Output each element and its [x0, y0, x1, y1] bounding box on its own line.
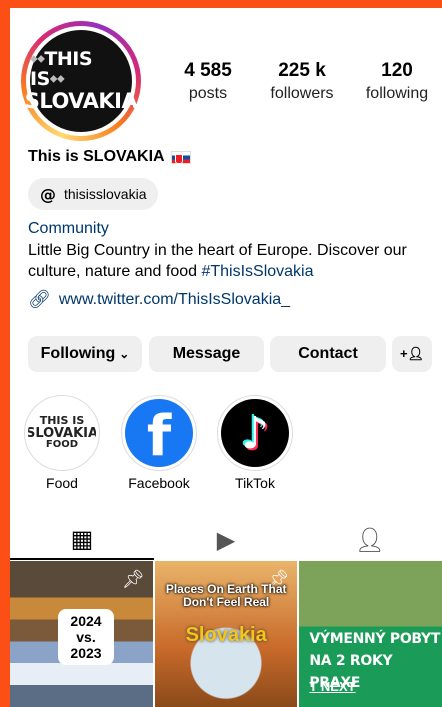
- threads-handle: thisisslovakia: [64, 186, 147, 202]
- tiktok-icon: ♪: [221, 399, 289, 467]
- profile-name: This is SLOVAKIA: [28, 148, 191, 166]
- highlight-label: Food: [46, 475, 78, 491]
- facebook-icon: f: [125, 399, 193, 467]
- food-logo-icon: THIS IS SLOVAKIA FOOD: [28, 399, 96, 467]
- profile-screen: ◆◆THIS IS◆◆ SLOVAKIA 4 585 posts 225 k f…: [10, 8, 442, 707]
- avatar-logo: ◆◆THIS IS◆◆ SLOVAKIA: [25, 30, 138, 132]
- brand-logo: T NEXT: [309, 679, 356, 694]
- following-stat[interactable]: 120 following: [354, 60, 440, 103]
- tab-tagged[interactable]: 👤︎: [298, 520, 442, 560]
- profile-bio: Little Big Country in the heart of Europ…: [28, 242, 407, 280]
- post-thumbnail[interactable]: VÝMENNÝ POBYT NA 2 ROKY PRAXE T NEXT: [299, 561, 442, 707]
- slovakia-flag-icon: [170, 150, 191, 164]
- profile-tabs: ▦ ▶︎ 👤︎: [10, 520, 442, 560]
- highlight-label: TikTok: [235, 475, 275, 491]
- threads-icon: @: [40, 184, 56, 204]
- tab-posts[interactable]: ▦: [10, 520, 154, 560]
- profile-avatar[interactable]: ◆◆THIS IS◆◆ SLOVAKIA: [21, 21, 141, 141]
- highlight-tiktok[interactable]: ♪ TikTok: [216, 395, 294, 491]
- pin-icon: 📌︎: [121, 569, 145, 589]
- link-icon: 🔗︎: [28, 289, 51, 309]
- profile-category: Community: [28, 220, 109, 237]
- post-title: Slovakia: [185, 624, 267, 646]
- post-caption: Places On Earth That Don't Feel Real: [165, 582, 287, 610]
- bio-hashtag[interactable]: #ThisIsSlovakia: [201, 263, 313, 280]
- profile-link[interactable]: 🔗︎ www.twitter.com/ThisIsSlovakia_: [28, 289, 290, 310]
- message-button[interactable]: Message: [149, 336, 264, 372]
- highlight-facebook[interactable]: f Facebook: [120, 395, 198, 491]
- profile-stats: 4 585 posts 225 k followers 120 followin…: [162, 60, 442, 103]
- reels-icon: ▶︎: [216, 526, 236, 554]
- year-badge: 2024 vs. 2023: [58, 609, 114, 665]
- highlight-food[interactable]: THIS IS SLOVAKIA FOOD Food: [23, 395, 101, 491]
- posts-stat[interactable]: 4 585 posts: [162, 60, 254, 103]
- post-thumbnail[interactable]: 📌︎ Places On Earth That Don't Feel Real …: [154, 561, 298, 707]
- tab-reels[interactable]: ▶︎: [154, 520, 298, 560]
- followers-stat[interactable]: 225 k followers: [254, 60, 350, 103]
- add-user-icon: +👤︎: [399, 346, 425, 361]
- highlight-label: Facebook: [128, 475, 190, 491]
- tagged-icon: 👤︎: [354, 526, 386, 554]
- contact-button[interactable]: Contact: [270, 336, 386, 372]
- grid-icon: ▦: [70, 525, 94, 553]
- post-thumbnail[interactable]: 📌︎ 2024 vs. 2023: [10, 561, 153, 707]
- threads-badge[interactable]: @ thisisslovakia: [28, 178, 159, 210]
- following-button[interactable]: Following ⌄: [28, 336, 142, 372]
- post-grid: 📌︎ 2024 vs. 2023 📌︎ Places On Earth That…: [10, 561, 442, 707]
- chevron-down-icon: ⌄: [119, 347, 130, 361]
- add-user-button[interactable]: +👤︎: [392, 336, 432, 372]
